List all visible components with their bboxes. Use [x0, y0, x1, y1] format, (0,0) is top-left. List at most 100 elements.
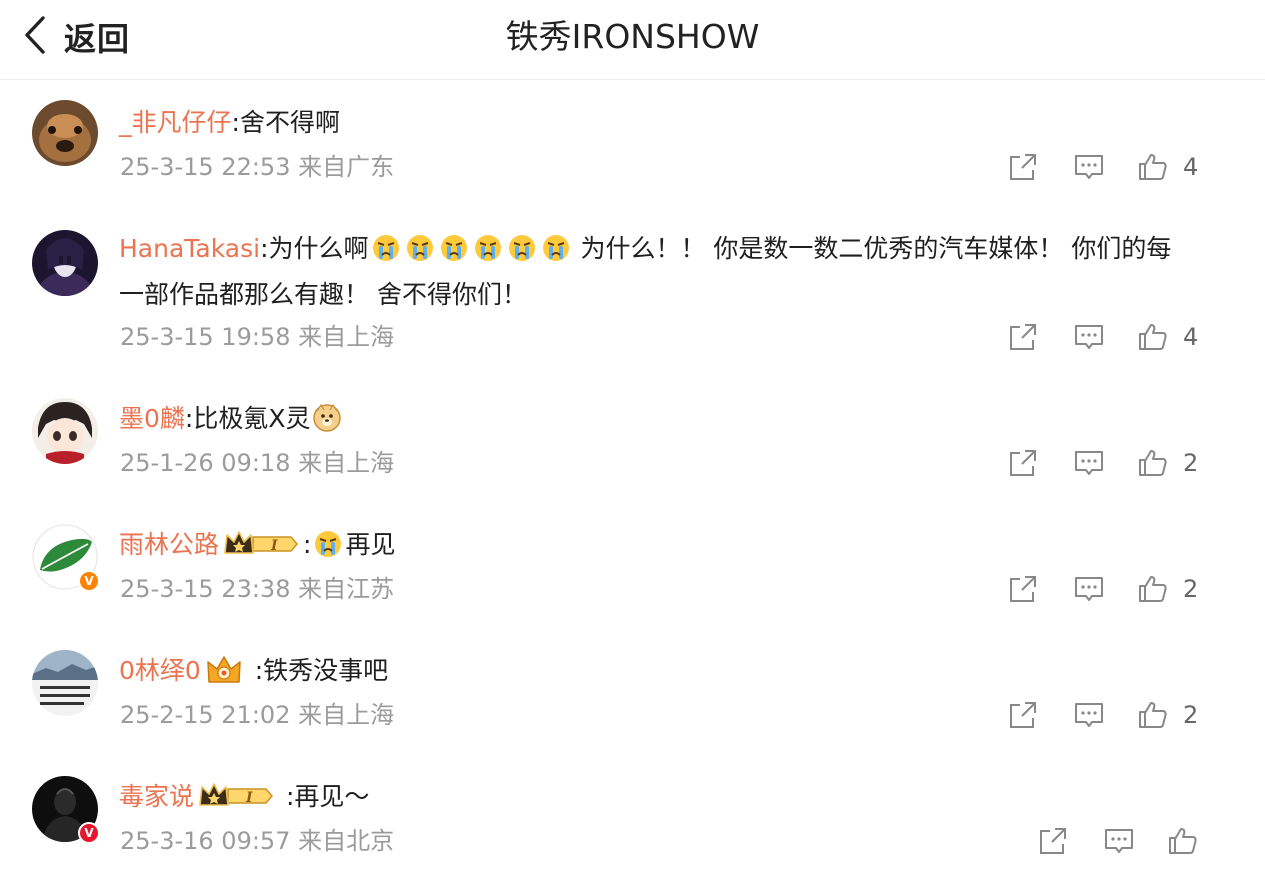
comment-icon [1073, 151, 1105, 183]
comment-button[interactable] [1073, 698, 1105, 732]
like-button[interactable]: 2 [1137, 446, 1198, 480]
comment-actions: 2 [965, 446, 1265, 480]
comment-button[interactable] [1073, 572, 1105, 606]
comment-location: 来自上海 [298, 701, 395, 729]
comment-location: 来自上海 [298, 323, 395, 351]
comment-username[interactable]: _非凡仔仔 [119, 108, 232, 137]
avatar[interactable] [32, 230, 98, 296]
comment-content: 一部作品都那么有趣！ 舍不得你们！ [119, 280, 527, 309]
comment-text: 0林绎0 :铁秀没事吧 [119, 648, 1229, 694]
vip-crown-badge-icon: I [198, 781, 274, 811]
page-title: 铁秀IRONSHOW [505, 17, 760, 56]
comment-meta: 25-3-15 22:53 来自广东 [120, 150, 394, 184]
comment-actions: 4 [965, 320, 1265, 354]
share-button[interactable] [1007, 446, 1039, 480]
comment-username[interactable]: 毒家说 [119, 782, 194, 811]
comment-button[interactable] [1073, 150, 1105, 184]
comment-button[interactable] [1073, 320, 1105, 354]
avatar[interactable] [32, 100, 98, 166]
like-count: 4 [1183, 323, 1199, 351]
like-count: 2 [1183, 449, 1199, 477]
comment-content: :再见～ [278, 782, 370, 811]
share-button[interactable] [1007, 320, 1039, 354]
comment-item: V 雨林公路 I: 再见 25-3-15 23:38 来自江苏 2 [0, 522, 1265, 632]
comment-actions: 4 [965, 150, 1265, 184]
like-count: 2 [1183, 701, 1199, 729]
comment-text: 雨林公路 I: 再见 [119, 522, 1229, 568]
svg-text:I: I [270, 538, 278, 554]
comment-icon [1073, 447, 1105, 479]
comment-icon [1103, 825, 1135, 857]
svg-text:I: I [245, 790, 253, 806]
comment-item: HanaTakasi:为什么啊 为什么！！ 你是数一数二优秀的汽车媒体！ 你们的… [0, 226, 1265, 356]
comment-time: 25-1-26 09:18 [120, 449, 291, 477]
share-icon [1037, 825, 1069, 857]
crying-emoji-icon [473, 233, 503, 263]
like-button[interactable]: 2 [1137, 572, 1198, 606]
comment-content: :比极氪X灵 [184, 404, 311, 433]
comment-username[interactable]: 墨0麟 [119, 404, 185, 433]
comment-content: :舍不得啊 [231, 108, 340, 137]
comment-username[interactable]: 0林绎0 [119, 656, 201, 685]
share-icon [1007, 321, 1039, 353]
like-button[interactable]: 4 [1137, 150, 1198, 184]
avatar[interactable] [32, 650, 98, 716]
comment-actions [965, 824, 1265, 858]
thumb-up-icon [1167, 825, 1199, 857]
crying-emoji-icon [405, 233, 435, 263]
comment-content: 为什么！！ 你是数一数二优秀的汽车媒体！ 你们的每 [572, 234, 1172, 263]
comment-icon [1073, 699, 1105, 731]
comment-content: 再见 [345, 530, 396, 559]
comment-meta: 25-3-15 23:38 来自江苏 [120, 572, 394, 606]
comment-username[interactable]: 雨林公路 [119, 530, 219, 559]
crown-medal-icon [205, 654, 243, 686]
comment-meta: 25-3-16 09:57 来自北京 [120, 824, 394, 858]
avatar[interactable] [32, 398, 98, 464]
comment-item: V 毒家说 I :再见～ 25-3-16 09:57 来自北京 [0, 774, 1265, 884]
comment-content: : [303, 530, 312, 559]
comment-location: 来自江苏 [298, 575, 395, 603]
like-button[interactable] [1167, 824, 1199, 858]
comment-time: 25-3-15 19:58 [120, 323, 291, 351]
comment-time: 25-3-15 23:38 [120, 575, 291, 603]
like-button[interactable]: 4 [1137, 320, 1198, 354]
comment-location: 来自广东 [298, 153, 395, 181]
crying-emoji-icon [313, 529, 343, 559]
crying-emoji-icon [541, 233, 571, 263]
thumb-up-icon [1137, 573, 1169, 605]
share-icon [1007, 573, 1039, 605]
comment-username[interactable]: HanaTakasi [119, 234, 260, 263]
share-icon [1007, 447, 1039, 479]
comment-item: 墨0麟:比极氪X灵 25-1-26 09:18 来自上海 2 [0, 396, 1265, 506]
comment-item: _非凡仔仔:舍不得啊 25-3-15 22:53 来自广东 4 [0, 100, 1265, 210]
thumb-up-icon [1137, 699, 1169, 731]
like-count: 4 [1183, 153, 1199, 181]
share-button[interactable] [1037, 824, 1069, 858]
share-icon [1007, 699, 1039, 731]
doge-emoji-icon [312, 403, 342, 433]
nav-header: 返回 铁秀IRONSHOW [0, 0, 1265, 80]
verified-badge: V [78, 822, 100, 844]
thumb-up-icon [1137, 321, 1169, 353]
crying-emoji-icon [507, 233, 537, 263]
share-button[interactable] [1007, 698, 1039, 732]
comment-meta: 25-3-15 19:58 来自上海 [120, 320, 394, 354]
comment-text: _非凡仔仔:舍不得啊 [119, 100, 1229, 146]
comment-button[interactable] [1073, 446, 1105, 480]
comment-icon [1073, 321, 1105, 353]
comment-actions: 2 [965, 572, 1265, 606]
comment-meta: 25-2-15 21:02 来自上海 [120, 698, 394, 732]
like-button[interactable]: 2 [1137, 698, 1198, 732]
comment-location: 来自北京 [298, 827, 395, 855]
comment-button[interactable] [1103, 824, 1135, 858]
verified-badge: V [78, 570, 100, 592]
comment-time: 25-2-15 21:02 [120, 701, 291, 729]
share-button[interactable] [1007, 572, 1039, 606]
comment-meta: 25-1-26 09:18 来自上海 [120, 446, 394, 480]
share-icon [1007, 151, 1039, 183]
comment-time: 25-3-15 22:53 [120, 153, 291, 181]
comment-icon [1073, 573, 1105, 605]
comment-text: HanaTakasi:为什么啊 为什么！！ 你是数一数二优秀的汽车媒体！ 你们的… [119, 226, 1229, 318]
share-button[interactable] [1007, 150, 1039, 184]
comment-time: 25-3-16 09:57 [120, 827, 291, 855]
